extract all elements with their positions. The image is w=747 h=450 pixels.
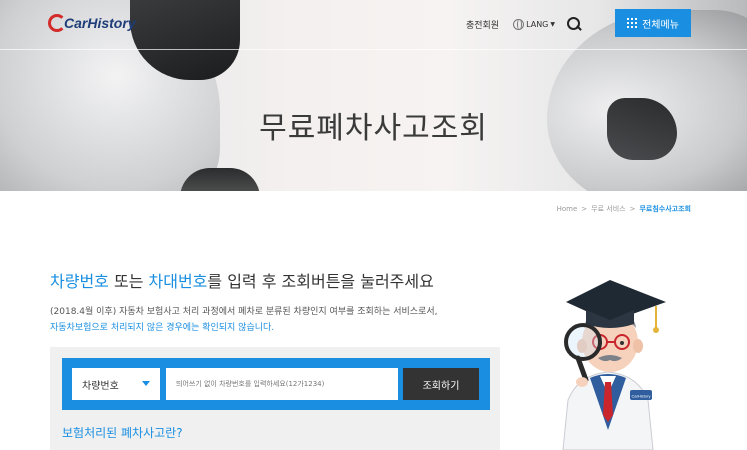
globe-icon — [513, 18, 525, 30]
description-line-1: (2018.4월 이후) 자동차 보험사고 처리 과정에서 폐차로 분류된 차량… — [50, 307, 438, 317]
search-icon[interactable] — [567, 17, 581, 31]
breadcrumb-free-service[interactable]: 무료 서비스 — [591, 204, 625, 214]
site-logo[interactable]: CarHistory — [48, 10, 136, 36]
headline-rest: 를 입력 후 조회버튼을 눌러주세요 — [207, 272, 434, 291]
headline-keyword-vin: 차대번호 — [148, 272, 208, 291]
search-submit-button[interactable]: 조회하기 — [403, 368, 479, 400]
all-menu-button[interactable]: 전체메뉴 — [615, 9, 691, 37]
breadcrumb: Home > 무료 서비스 > 무료침수사고조회 — [557, 204, 691, 214]
breadcrumb-home[interactable]: Home — [557, 205, 578, 213]
search-type-select[interactable]: 차량번호 — [72, 368, 160, 400]
mascot-illustration: CarHistory — [562, 280, 666, 450]
language-selector[interactable]: LANG ▼ — [513, 18, 555, 30]
page-title: 무료폐차사고조회 — [259, 111, 488, 146]
utility-nav: 충전회원 LANG ▼ — [466, 10, 601, 38]
breadcrumb-current[interactable]: 무료침수사고조회 — [639, 204, 691, 214]
logo-text: CarHistory — [64, 15, 136, 31]
member-link[interactable]: 충전회원 — [466, 18, 499, 31]
instruction-headline: 차량번호 또는 차대번호를 입력 후 조회버튼을 눌러주세요 — [50, 268, 434, 292]
headline-keyword-plate: 차량번호 — [50, 272, 109, 291]
grid-menu-icon — [627, 18, 638, 28]
chevron-down-icon — [142, 381, 150, 386]
mascot-badge-text: CarHistory — [632, 394, 651, 399]
description-line-2: 자동차보험으로 처리되지 않은 경우에는 확인되지 않습니다. — [50, 323, 275, 333]
all-menu-label: 전체메뉴 — [642, 19, 679, 31]
search-type-value: 차량번호 — [82, 380, 119, 392]
faq-heading: 보험처리된 폐차사고란? — [62, 426, 183, 440]
breadcrumb-separator: > — [581, 205, 588, 213]
plate-number-input[interactable] — [166, 368, 398, 400]
breadcrumb-separator: > — [629, 205, 636, 213]
caret-down-icon: ▼ — [550, 20, 555, 28]
headline-connector: 또는 — [108, 272, 149, 291]
language-label: LANG — [526, 19, 549, 29]
top-navigation-bar: CarHistory 충전회원 LANG ▼ 전체메뉴 — [0, 0, 747, 50]
